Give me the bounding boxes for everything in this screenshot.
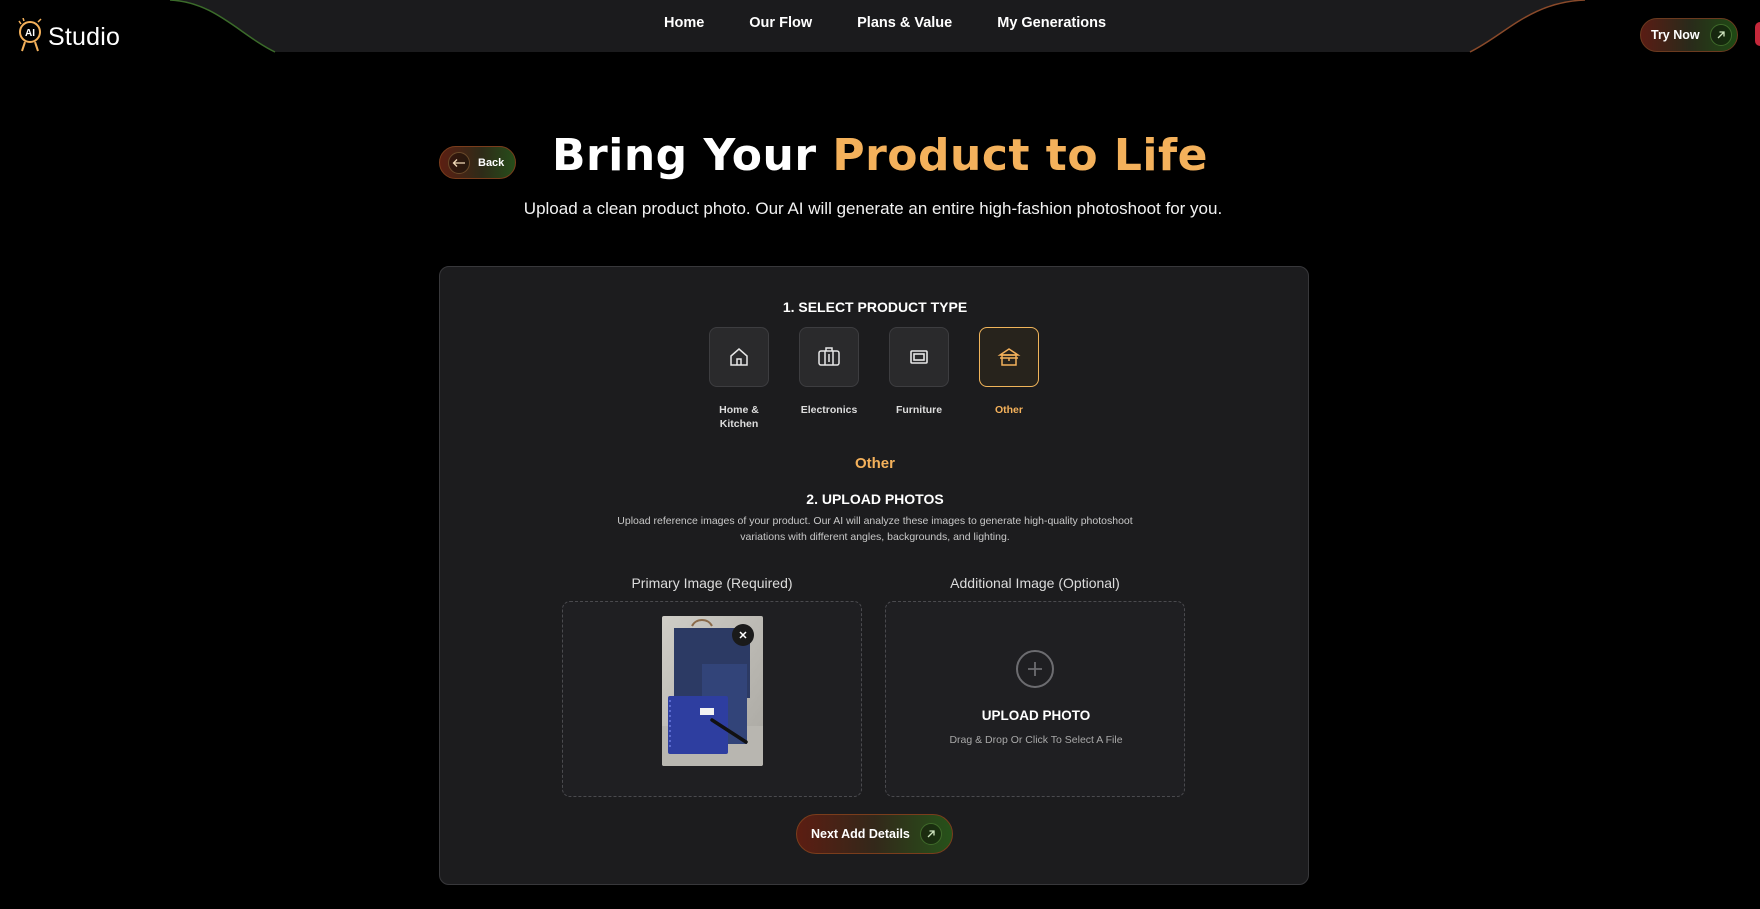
- nav-my-generations[interactable]: My Generations: [997, 15, 1106, 31]
- upload-hint: Drag & Drop Or Click To Select A File: [949, 734, 1123, 746]
- upload-photo-title: UPLOAD PHOTO: [981, 708, 1091, 723]
- main-nav: Home Our Flow Plans & Value My Generatio…: [0, 0, 1760, 46]
- title-accent: Product to Life: [832, 130, 1208, 181]
- product-type-electronics[interactable]: Electronics: [799, 327, 859, 431]
- electronics-icon: [799, 327, 859, 387]
- product-type-label: Other: [994, 404, 1023, 416]
- nav-our-flow[interactable]: Our Flow: [749, 15, 812, 31]
- product-type-options: Home & Kitchen Electronics Furniture Oth…: [709, 327, 1039, 431]
- product-type-home-kitchen[interactable]: Home & Kitchen: [709, 327, 769, 431]
- home-icon: [709, 327, 769, 387]
- plus-icon: [1016, 650, 1054, 688]
- step1-title: 1. SELECT PRODUCT TYPE: [782, 299, 968, 315]
- next-add-details-button[interactable]: Next Add Details: [796, 814, 953, 854]
- next-button-label: Next Add Details: [811, 827, 910, 841]
- upload-description: Upload reference images of your product.…: [617, 515, 1133, 543]
- furniture-icon: [889, 327, 949, 387]
- nav-plans-value[interactable]: Plans & Value: [857, 15, 952, 31]
- title-plain: Bring Your: [552, 130, 833, 181]
- product-type-label: Electronics: [800, 404, 858, 416]
- product-type-other[interactable]: Other: [979, 327, 1039, 431]
- arrow-up-right-icon: [919, 823, 942, 845]
- page-subtitle: Upload a clean product photo. Our AI wil…: [523, 199, 1223, 218]
- additional-image-dropzone[interactable]: UPLOAD PHOTO Drag & Drop Or Click To Sel…: [885, 601, 1185, 797]
- primary-image-label: Primary Image (Required): [631, 575, 793, 591]
- arrow-up-right-icon: [1709, 24, 1732, 46]
- page-title: Bring Your Product to Life: [0, 130, 1760, 181]
- close-icon: [739, 631, 747, 639]
- edge-indicator: [1755, 22, 1760, 46]
- step2-title: 2. UPLOAD PHOTOS: [806, 491, 944, 507]
- product-type-label: Home & Kitchen: [719, 404, 759, 430]
- product-upload-card: 1. SELECT PRODUCT TYPE Home & Kitchen El…: [439, 266, 1309, 885]
- additional-image-label: Additional Image (Optional): [950, 575, 1120, 591]
- try-now-label: Try Now: [1651, 28, 1700, 42]
- primary-image-dropzone[interactable]: [562, 601, 862, 797]
- product-type-furniture[interactable]: Furniture: [889, 327, 949, 431]
- nav-home[interactable]: Home: [664, 15, 704, 31]
- box-icon: [979, 327, 1039, 387]
- try-now-button[interactable]: Try Now: [1640, 18, 1738, 52]
- remove-image-button[interactable]: [732, 624, 754, 646]
- selected-product-type: Other: [854, 455, 895, 472]
- product-type-label: Furniture: [895, 404, 943, 416]
